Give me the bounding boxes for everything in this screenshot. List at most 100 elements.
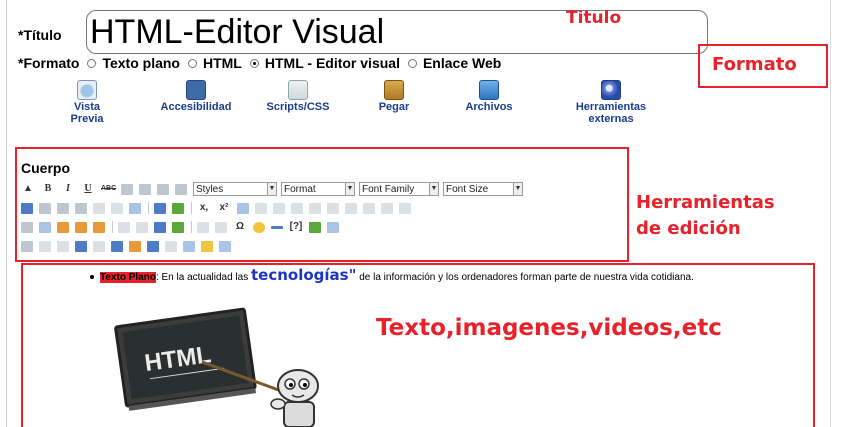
link-icon[interactable]	[118, 221, 130, 233]
radio-icon[interactable]	[87, 58, 97, 68]
help-button[interactable]: [?]	[289, 221, 303, 233]
html-icon[interactable]	[165, 240, 177, 252]
herramientas-externas-label: Herramientas externas	[575, 101, 647, 125]
image-icon[interactable]	[172, 221, 184, 233]
pegar-button[interactable]: Pegar	[372, 80, 416, 113]
html-teacher-illustration: HTML	[114, 307, 319, 427]
format-row: *Formato Texto plano HTML HTML - Editor …	[18, 55, 509, 71]
accesibilidad-button[interactable]: Accesibilidad	[154, 80, 238, 113]
find-icon[interactable]	[21, 240, 33, 252]
math-icon[interactable]	[345, 202, 357, 214]
annotation-herramientas-line1: Herramientas	[636, 192, 775, 213]
subscript-button[interactable]: x,	[197, 202, 211, 214]
italic-button[interactable]: I	[61, 183, 75, 195]
strikethrough-button[interactable]: ABC	[101, 183, 116, 195]
format-option-html-editor-visual[interactable]: HTML - Editor visual	[249, 55, 400, 71]
ltr-icon[interactable]	[93, 202, 105, 214]
spell-check-icon[interactable]	[201, 240, 213, 252]
paste-icon[interactable]	[57, 221, 69, 233]
horizontal-rule-icon[interactable]	[271, 225, 283, 229]
template-icon[interactable]	[129, 240, 141, 252]
table-row-icon[interactable]	[273, 202, 285, 214]
font-family-select[interactable]: Font Family ▼	[359, 182, 439, 196]
body-label: Cuerpo	[21, 160, 70, 176]
annotation-formato: Formato	[712, 54, 797, 75]
cleanup-icon[interactable]	[57, 240, 69, 252]
anchor-icon[interactable]	[154, 221, 166, 233]
editor-page: *Título HTML-Editor Visual Titulo *Forma…	[0, 0, 846, 427]
table-props-icon[interactable]	[381, 202, 393, 214]
pegar-label: Pegar	[378, 101, 410, 113]
annotation-titulo: Titulo	[566, 8, 622, 28]
radio-icon[interactable]	[187, 58, 197, 68]
scripts-css-button[interactable]: Scripts/CSS	[260, 80, 336, 113]
right-border	[830, 0, 831, 427]
emoticon-icon[interactable]	[253, 221, 265, 233]
content-image[interactable]: HTML	[52, 300, 352, 427]
media-icon[interactable]	[309, 221, 321, 233]
preview-icon	[77, 80, 97, 100]
indent-icon[interactable]	[75, 202, 87, 214]
unordered-list-icon[interactable]	[21, 202, 33, 214]
separator	[148, 202, 149, 214]
background-color-icon[interactable]	[172, 202, 184, 214]
paste-text-icon[interactable]	[75, 221, 87, 233]
undo-icon[interactable]	[75, 240, 87, 252]
font-size-select[interactable]: Font Size ▼	[443, 182, 523, 196]
copy-icon[interactable]	[39, 221, 51, 233]
vista-previa-button[interactable]: Vista Previa	[62, 80, 112, 125]
cell-props-icon[interactable]	[399, 202, 411, 214]
format-option-texto-plano[interactable]: Texto plano	[87, 55, 180, 71]
chevron-down-icon: ▼	[345, 183, 354, 195]
image-manager-icon[interactable]	[219, 240, 231, 252]
table-delete-icon[interactable]	[309, 202, 321, 214]
annotation-herramientas: Herramientas de edición	[636, 190, 775, 242]
align-left-icon[interactable]	[121, 183, 133, 195]
blockquote-icon[interactable]	[129, 202, 141, 214]
styles-select[interactable]: Styles ▼	[193, 182, 277, 196]
format-select[interactable]: Format ▼	[281, 182, 355, 196]
radio-icon[interactable]	[407, 58, 417, 68]
hr-small-icon[interactable]	[215, 221, 227, 233]
fullscreen-icon[interactable]	[183, 240, 195, 252]
collapse-toolbar-icon[interactable]: ▲	[21, 183, 35, 195]
editor-toolbar-row-2: x, x²	[21, 199, 417, 217]
title-label-text: Título	[23, 27, 62, 43]
unlink-icon[interactable]	[136, 221, 148, 233]
replace-icon[interactable]	[39, 240, 51, 252]
align-right-icon[interactable]	[157, 183, 169, 195]
superscript-button[interactable]: x²	[217, 202, 231, 214]
rtl-icon[interactable]	[111, 202, 123, 214]
table-icon[interactable]	[255, 202, 267, 214]
format-option-enlace-web[interactable]: Enlace Web	[407, 55, 501, 71]
large-word: tecnologías"	[251, 266, 357, 284]
font-icon[interactable]	[111, 240, 123, 252]
special-char-button[interactable]: Ω	[233, 221, 247, 233]
format-option-html[interactable]: HTML	[187, 55, 242, 71]
table-merge-icon[interactable]	[327, 202, 339, 214]
bold-button[interactable]: B	[41, 183, 55, 195]
redo-icon[interactable]	[93, 240, 105, 252]
text-color-icon[interactable]	[154, 202, 166, 214]
table-col-icon[interactable]	[291, 202, 303, 214]
cut-icon[interactable]	[21, 221, 33, 233]
outdent-icon[interactable]	[57, 202, 69, 214]
paste-word-icon[interactable]	[93, 221, 105, 233]
content-text-before: : En la actualidad las	[155, 272, 251, 283]
align-justify-icon[interactable]	[175, 183, 187, 195]
archivos-button[interactable]: Archivos	[460, 80, 518, 113]
nbsp-icon[interactable]	[197, 221, 209, 233]
edit-icon[interactable]	[237, 202, 249, 214]
separator	[191, 202, 192, 214]
radio-selected-icon[interactable]	[249, 58, 259, 68]
math-2-icon[interactable]	[363, 202, 375, 214]
archivos-label: Archivos	[465, 101, 513, 113]
content-paragraph[interactable]: Texto Plano: En la actualidad las tecnol…	[90, 268, 790, 283]
chevron-down-icon: ▼	[513, 183, 522, 195]
ordered-list-icon[interactable]	[39, 202, 51, 214]
tex-icon[interactable]	[327, 221, 339, 233]
underline-button[interactable]: U	[81, 183, 95, 195]
align-center-icon[interactable]	[139, 183, 151, 195]
herramientas-externas-button[interactable]: Herramientas externas	[564, 80, 658, 125]
spellcheck-icon[interactable]	[147, 240, 159, 252]
